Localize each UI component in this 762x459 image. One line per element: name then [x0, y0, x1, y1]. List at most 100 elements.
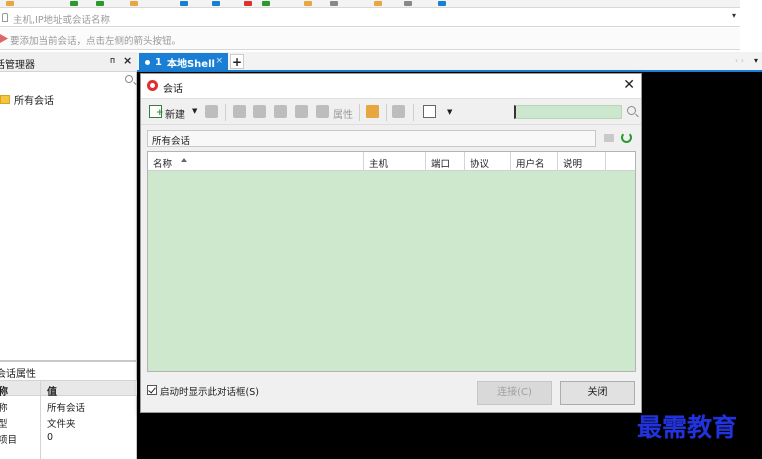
session-manager-panel: 话管理器 ᴨ × 所有会话 会话属性 称 值 称 所有会话 型 文件夹 项目 0	[0, 52, 137, 459]
dialog-title: 会话	[163, 84, 183, 95]
chevron-down-icon[interactable]: ▼	[447, 108, 452, 116]
session-manager-header: 话管理器 ᴨ ×	[0, 52, 137, 72]
toolbar-separator	[359, 104, 360, 121]
startup-checkbox[interactable]	[147, 385, 157, 395]
tab-number: 1	[155, 57, 162, 68]
tab-local-shell[interactable]: 1 本地Shell ×	[139, 53, 228, 72]
property-value: 0	[47, 432, 54, 443]
column-header-name[interactable]: 名称	[148, 152, 364, 171]
property-value: 所有会话	[47, 403, 86, 414]
cut-icon[interactable]	[233, 105, 246, 118]
properties-panel: 会话属性 称 值 称 所有会话 型 文件夹 项目 0	[0, 360, 137, 459]
properties-icon[interactable]	[316, 105, 329, 118]
export-icon[interactable]	[392, 105, 405, 118]
toolbar-icon[interactable]	[212, 1, 220, 6]
column-header-port[interactable]: 端口	[426, 152, 465, 171]
hint-text: 要添加当前会话，点击左侧的箭头按钮。	[10, 36, 182, 47]
toolbar-icon[interactable]	[404, 1, 412, 6]
properties-title: 会话属性	[0, 369, 36, 380]
session-search[interactable]	[0, 73, 137, 89]
new-session-icon[interactable]	[149, 105, 164, 118]
column-header-username[interactable]: 用户名	[511, 152, 558, 171]
dialog-close-button[interactable]: ✕	[623, 77, 635, 93]
toolbar-separator	[225, 104, 226, 121]
copy-icon[interactable]	[253, 105, 266, 118]
refresh-icon[interactable]	[621, 132, 632, 143]
tab-nav-icon[interactable]: ‹ ›	[735, 56, 744, 65]
properties-header-name: 称	[0, 387, 8, 398]
main-toolbar	[0, 0, 740, 8]
new-session-button[interactable]: 新建	[165, 106, 185, 121]
toolbar-icon[interactable]	[6, 1, 14, 6]
column-label: 主机	[369, 159, 389, 170]
folder-icon[interactable]	[604, 134, 614, 142]
session-list-header: 名称 主机 端口 协议 用户名 说明	[148, 152, 635, 171]
folder-path-field[interactable]: 所有会话	[147, 130, 596, 147]
arrow-icon[interactable]	[0, 34, 8, 43]
column-header-host[interactable]: 主机	[364, 152, 426, 171]
connect-button[interactable]: 连接(C)	[477, 381, 552, 405]
toolbar-icon[interactable]	[374, 1, 382, 6]
search-icon[interactable]	[627, 106, 636, 115]
session-manager-title: 话管理器	[0, 60, 35, 71]
address-bar[interactable]: 主机,IP地址或会话名称 ▾	[0, 9, 740, 27]
chevron-down-icon[interactable]: ▾	[754, 56, 758, 65]
toolbar-icon[interactable]	[244, 1, 252, 6]
column-label: 协议	[470, 159, 490, 170]
dialog-toolbar: 新建 ▼ 属性 ▼	[141, 100, 641, 125]
toolbar-icon[interactable]	[330, 1, 338, 6]
column-header-description[interactable]: 说明	[558, 152, 606, 171]
toolbar-icon[interactable]	[130, 1, 138, 6]
tab-label: 本地Shell	[166, 59, 215, 70]
toolbar-icon[interactable]	[438, 1, 446, 6]
paste-icon[interactable]	[274, 105, 287, 118]
address-placeholder: 主机,IP地址或会话名称	[13, 15, 111, 26]
properties-header: 称 值	[0, 380, 137, 398]
properties-divider	[40, 380, 41, 459]
dialog-search-input[interactable]	[514, 105, 622, 119]
pin-icon[interactable]: ᴨ	[110, 56, 115, 66]
tab-close-icon[interactable]: ×	[215, 56, 223, 66]
tab-status-icon	[145, 60, 150, 65]
properties-row: 项目 0	[0, 430, 137, 446]
column-label: 端口	[431, 159, 451, 170]
chevron-down-icon[interactable]: ▾	[732, 11, 736, 20]
property-name: 称	[0, 403, 8, 414]
properties-button[interactable]: 属性	[333, 106, 353, 121]
folder-icon	[0, 94, 10, 104]
view-icon[interactable]	[423, 105, 436, 118]
tab-bar: 1 本地Shell × + ‹ › ▾	[137, 52, 762, 72]
startup-checkbox-label[interactable]: 启动时显示此对话框(S)	[160, 384, 259, 398]
toolbar-icon[interactable]	[180, 1, 188, 6]
property-value: 文件夹	[47, 419, 76, 430]
add-tab-button[interactable]: +	[230, 54, 244, 69]
app-logo-icon	[147, 80, 158, 91]
toolbar-icon[interactable]	[304, 1, 312, 6]
watermark: 最需教育	[637, 413, 738, 442]
folder-icon[interactable]	[366, 105, 379, 118]
close-button[interactable]: 关闭	[560, 381, 635, 405]
close-icon[interactable]: ×	[123, 54, 132, 67]
tree-item-all-sessions[interactable]: 所有会话	[0, 91, 54, 107]
column-label: 用户名	[516, 159, 545, 170]
toolbar-icon[interactable]	[70, 1, 78, 6]
property-name: 项目	[0, 435, 18, 446]
column-header-protocol[interactable]: 协议	[465, 152, 511, 171]
toolbar-separator	[386, 104, 387, 121]
search-icon[interactable]	[125, 75, 133, 83]
toolbar-icon[interactable]	[262, 1, 270, 6]
lock-icon	[2, 13, 8, 22]
toolbar-icon[interactable]	[96, 1, 104, 6]
toolbar-separator	[413, 104, 414, 121]
properties-row: 型 文件夹	[0, 414, 137, 430]
dialog-titlebar: 会话 ✕	[141, 74, 641, 99]
chevron-down-icon[interactable]: ▼	[192, 107, 197, 115]
connect-icon[interactable]	[205, 105, 218, 118]
column-label: 名称	[153, 159, 173, 170]
session-list[interactable]: 名称 主机 端口 协议 用户名 说明	[147, 151, 636, 372]
hint-bar: 要添加当前会话，点击左侧的箭头按钮。	[0, 28, 740, 50]
property-name: 型	[0, 419, 8, 430]
delete-icon[interactable]	[295, 105, 308, 118]
properties-row: 称 所有会话	[0, 398, 137, 414]
properties-header-value: 值	[47, 387, 57, 398]
